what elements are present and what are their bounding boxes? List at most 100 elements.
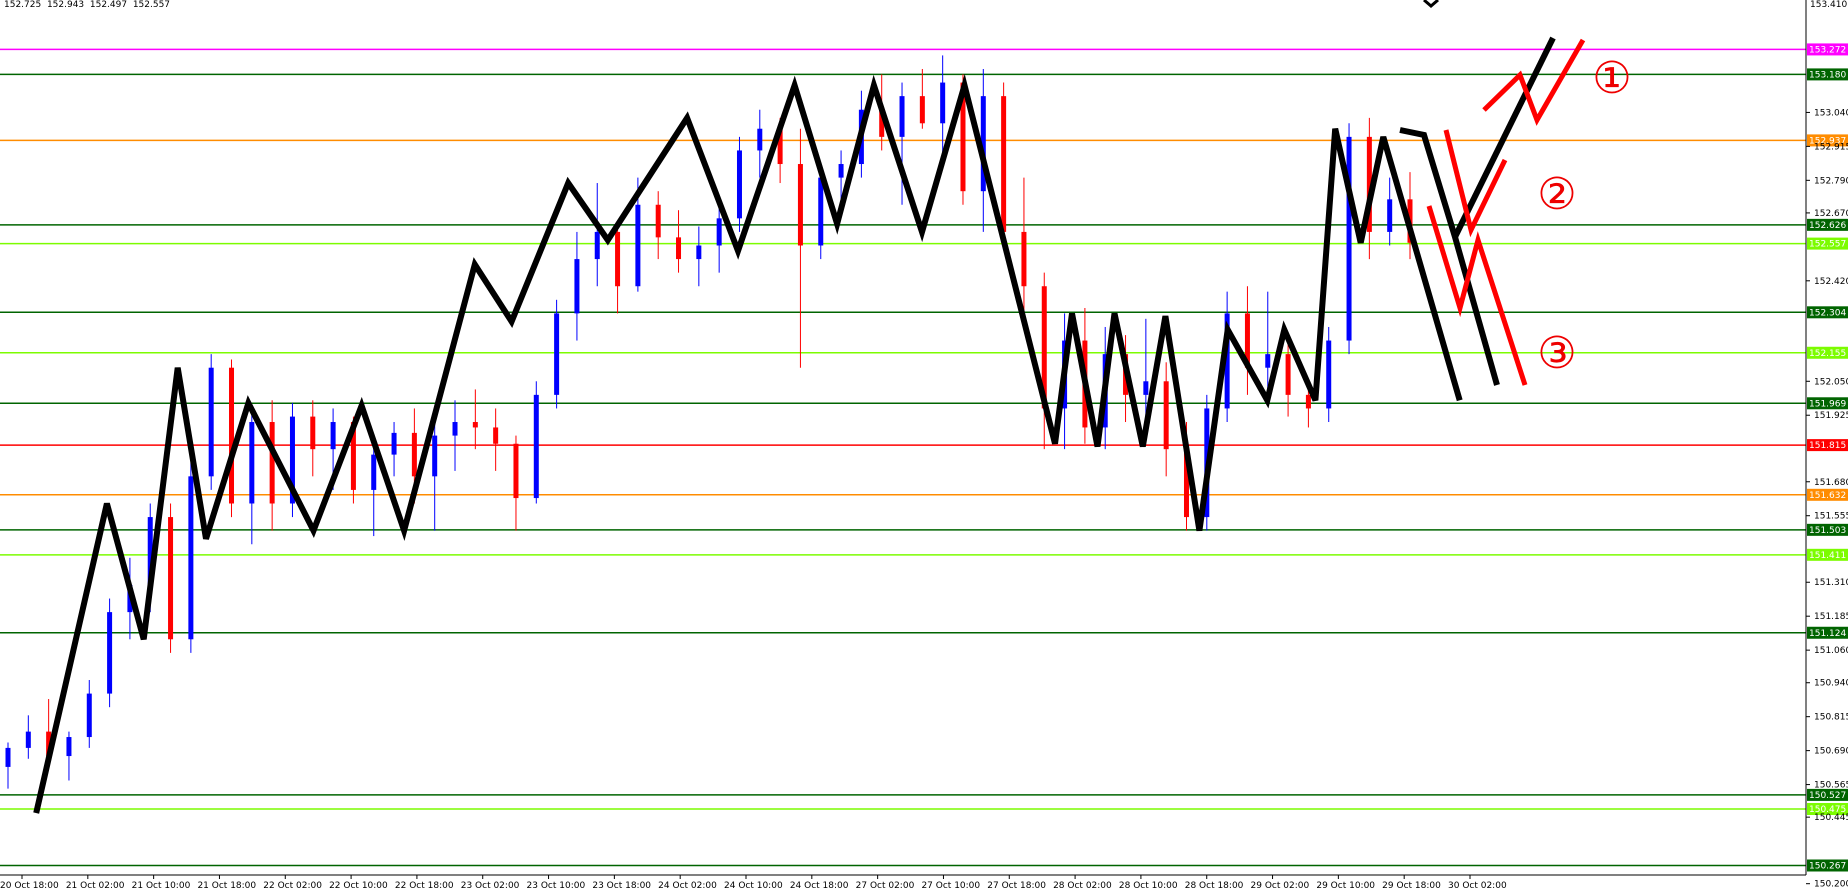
candles	[5, 55, 1413, 789]
candle-body	[188, 476, 194, 640]
candle-body	[1305, 394, 1311, 409]
candle-body	[25, 731, 31, 748]
candle-body	[533, 394, 539, 499]
price-tick-label: 150.200	[1814, 880, 1848, 890]
time-tick-label: 23 Oct 10:00	[527, 881, 586, 891]
level-price-label: 152.626	[1809, 221, 1846, 231]
candle-body	[513, 443, 519, 499]
candle-body	[1387, 199, 1393, 232]
candle-body	[797, 164, 803, 246]
time-tick-label: 23 Oct 18:00	[592, 881, 651, 891]
price-tick-label: 152.790	[1814, 176, 1848, 186]
time-tick-label: 21 Oct 02:00	[66, 881, 125, 891]
scenario-number-2: ②	[1537, 169, 1576, 220]
level-price-label: 152.155	[1809, 349, 1846, 359]
level-price-label: 151.503	[1809, 526, 1846, 536]
time-tick-label: 22 Oct 02:00	[263, 881, 322, 891]
candle-body	[635, 204, 641, 287]
candle-body	[1143, 381, 1149, 395]
candle-body	[1265, 354, 1271, 368]
candle-body	[86, 693, 92, 738]
time-tick-label: 29 Oct 10:00	[1316, 881, 1375, 891]
zigzag-overlay	[33, 0, 1463, 814]
time-tick-label: 22 Oct 10:00	[329, 881, 388, 891]
time-tick-label: 27 Oct 18:00	[987, 881, 1046, 891]
level-price-label: 151.411	[1809, 551, 1846, 561]
candle-body	[1001, 96, 1007, 232]
time-tick-label: 22 Oct 18:00	[395, 881, 454, 891]
scenario-overlay: ① ② ③	[1399, 36, 1632, 386]
candle-body	[818, 177, 824, 246]
candle-body	[655, 204, 661, 238]
scenario-number-3: ③	[1537, 328, 1576, 379]
scenario-number-1: ①	[1592, 53, 1631, 104]
candle-body	[1021, 231, 1027, 287]
level-price-label: 151.632	[1809, 491, 1846, 501]
price-tick-label: 150.445	[1814, 813, 1848, 823]
candle-body	[736, 150, 742, 219]
candle-body	[838, 164, 844, 178]
level-price-label: 151.969	[1809, 399, 1846, 409]
price-tick-label: 150.940	[1814, 679, 1848, 689]
time-tick-label: 23 Oct 02:00	[461, 881, 520, 891]
candle-body	[615, 231, 621, 287]
candle-body	[594, 231, 600, 260]
candle-body	[107, 612, 113, 694]
price-tick-label: 152.050	[1814, 377, 1848, 387]
candle-body	[208, 367, 214, 477]
time-tick-label: 24 Oct 18:00	[790, 881, 849, 891]
candle-body	[310, 416, 316, 450]
candle-body	[269, 422, 275, 504]
price-tick-label: 151.680	[1814, 478, 1848, 488]
time-tick-label: 28 Oct 02:00	[1053, 881, 1112, 891]
level-price-label: 150.527	[1809, 791, 1846, 801]
candle-body	[919, 96, 925, 124]
price-tick-label: 152.915	[1814, 142, 1848, 152]
candle-body	[249, 422, 255, 504]
level-price-label: 151.124	[1809, 629, 1846, 639]
candle-body	[472, 422, 478, 428]
candle-body	[554, 313, 560, 395]
candle-body	[940, 82, 946, 124]
time-tick-label: 21 Oct 18:00	[197, 881, 256, 891]
candle-body	[716, 218, 722, 246]
scenario-2-red	[1443, 129, 1508, 238]
level-price-label: 152.557	[1809, 240, 1846, 250]
candle-body	[1285, 354, 1291, 395]
price-tick-label: 150.690	[1814, 747, 1848, 757]
time-tick-label: 28 Oct 10:00	[1119, 881, 1178, 891]
price-tick-top: 153.410	[1810, 0, 1847, 10]
price-tick-label: 151.185	[1814, 612, 1848, 622]
time-tick-label: 20 Oct 18:00	[0, 881, 59, 891]
price-tick-label: 153.040	[1814, 108, 1848, 118]
price-tick-label: 151.555	[1814, 512, 1848, 522]
candle-body	[330, 422, 336, 450]
candle-body	[899, 96, 905, 137]
time-tick-label: 27 Oct 10:00	[921, 881, 980, 891]
price-tick-label: 150.815	[1814, 713, 1848, 723]
price-tick-label: 150.565	[1814, 781, 1848, 791]
level-price-label: 153.180	[1809, 70, 1846, 80]
candle-body	[5, 747, 11, 767]
scenario-3-red	[1426, 205, 1528, 386]
candle-body	[371, 454, 377, 490]
candle-body	[229, 367, 235, 504]
price-tick-label: 151.925	[1814, 411, 1848, 421]
price-tick-label: 152.420	[1814, 277, 1848, 287]
candle-body	[1163, 381, 1169, 450]
candle-body	[574, 259, 580, 314]
price-tick-label: 152.670	[1814, 209, 1848, 219]
candle-body	[1346, 136, 1352, 341]
level-price-label: 151.815	[1809, 441, 1846, 451]
zigzag-fragment	[1423, 0, 1439, 8]
candle-body	[696, 245, 702, 260]
candle-body	[391, 432, 397, 455]
candle-body	[168, 517, 174, 640]
level-price-label: 153.272	[1809, 45, 1846, 55]
candle-body	[676, 237, 682, 260]
time-tick-label: 21 Oct 10:00	[132, 881, 191, 891]
candle-body	[411, 432, 417, 477]
price-chart: 153.272153.180152.937152.626152.557152.3…	[0, 0, 1848, 891]
price-tick-label: 151.060	[1814, 646, 1848, 656]
time-tick-label: 30 Oct 02:00	[1448, 881, 1507, 891]
